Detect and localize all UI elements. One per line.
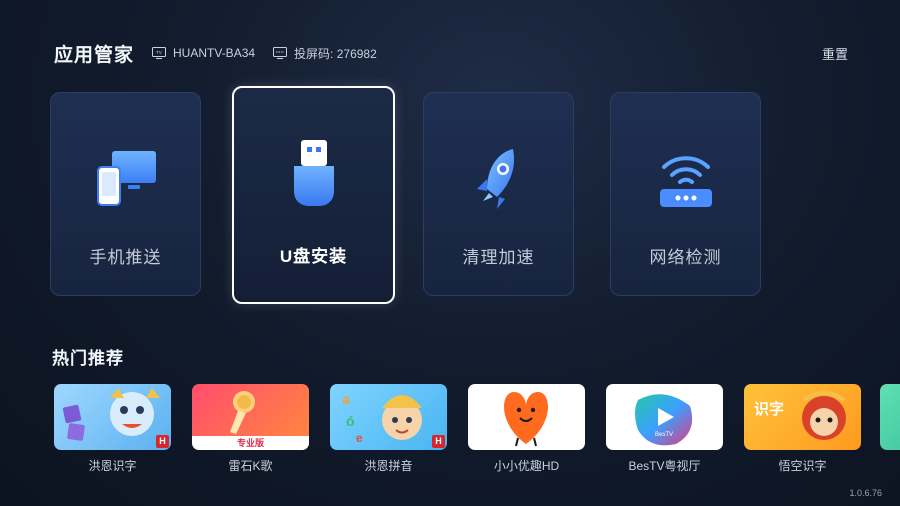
app-thumbnail: 专业版 <box>192 384 309 450</box>
app-thumbnail <box>468 384 585 450</box>
app-name: 雷石K歌 <box>228 459 273 473</box>
tool-card-phone-push[interactable]: 手机推送 <box>50 92 201 296</box>
pro-edition-label: 专业版 <box>192 436 309 450</box>
tool-card-usb-install[interactable]: U盘安装 <box>232 86 395 304</box>
device-info: TV HUANTV-BA34 <box>152 46 255 60</box>
header: 应用管家 TV HUANTV-BA34 投屏码: 276982 <box>54 40 377 66</box>
cast-code: 投屏码: 276982 <box>294 46 377 61</box>
router-wifi-icon <box>656 149 716 214</box>
section-title-hot: 热门推荐 <box>52 349 124 368</box>
usb-drive-icon <box>292 138 336 213</box>
wukong-logo-text: 识字 <box>754 400 784 418</box>
app-tile-wukong-literacy[interactable]: 识字 悟空识字 <box>744 384 861 474</box>
app-thumbnail: H <box>54 384 171 450</box>
page-title: 应用管家 <box>54 44 135 66</box>
svg-text:ó: ó <box>346 413 355 429</box>
app-tile-xiaoxiao-youqu[interactable]: 小小优趣HD <box>468 384 585 474</box>
device-name: HUANTV-BA34 <box>173 46 256 60</box>
app-name: 小小优趣HD <box>493 459 560 473</box>
tv-icon: TV <box>152 47 167 59</box>
app-thumbnail: a ó e H <box>330 384 447 450</box>
version-label: 1.0.6.76 <box>849 488 882 498</box>
bestv-logo-text: BesTV <box>655 432 673 438</box>
app-name: 悟空识字 <box>778 459 827 473</box>
rocket-icon <box>473 145 525 216</box>
app-tile-hongen-pinyin[interactable]: a ó e H 洪恩拼音 <box>330 384 447 474</box>
tool-label: 手机推送 <box>89 248 162 267</box>
tool-card-cleanup[interactable]: 清理加速 <box>423 92 574 296</box>
app-list: H 洪恩识字 专业版 雷石K歌 a ó e H 洪恩拼音 小小优趣HD BesT… <box>54 384 900 474</box>
brand-badge: H <box>432 435 445 448</box>
app-thumbnail: BesTV <box>606 384 723 450</box>
app-tile-partial[interactable] <box>880 384 900 450</box>
app-name: 洪恩拼音 <box>364 459 413 473</box>
tool-label: U盘安装 <box>279 247 348 266</box>
app-thumbnail <box>880 384 900 450</box>
app-name: BesTV粤视厅 <box>628 459 701 473</box>
svg-text:e: e <box>356 431 363 445</box>
tool-card-network-check[interactable]: 网络检测 <box>610 92 761 296</box>
phone-push-icon <box>94 149 158 214</box>
reset-button[interactable]: 重置 <box>822 44 848 63</box>
app-tile-leishi-karaoke[interactable]: 专业版 雷石K歌 <box>192 384 309 474</box>
app-tile-bestv-yue[interactable]: BesTV BesTV粤视厅 <box>606 384 723 474</box>
cast-screen-icon <box>273 47 288 59</box>
svg-text:TV: TV <box>156 50 162 55</box>
cast-code-info: 投屏码: 276982 <box>273 45 377 62</box>
svg-text:a: a <box>342 391 350 407</box>
tool-label: 清理加速 <box>462 248 535 267</box>
app-thumbnail: 识字 <box>744 384 861 450</box>
app-tile-hongen-literacy[interactable]: H 洪恩识字 <box>54 384 171 474</box>
brand-badge: H <box>156 435 169 448</box>
app-name: 洪恩识字 <box>88 459 137 473</box>
tool-label: 网络检测 <box>649 248 722 267</box>
